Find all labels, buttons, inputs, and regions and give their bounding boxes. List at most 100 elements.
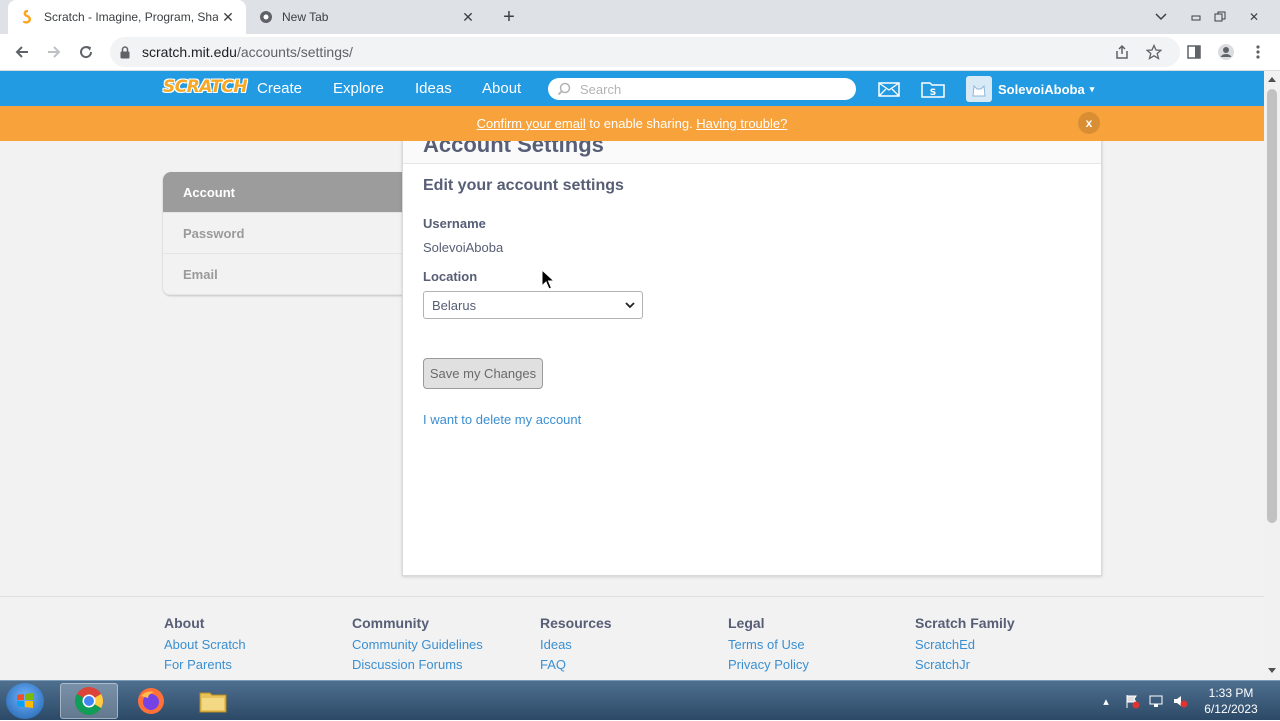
panel-header: Account Settings [403,141,1101,164]
tab-title: New Tab [282,10,329,24]
footer-link[interactable]: Community Guidelines [352,637,483,652]
url-host: scratch.mit.edu [142,44,237,60]
nav-create[interactable]: Create [257,71,302,106]
my-stuff-folder-icon[interactable]: S [920,78,946,100]
chevron-down-icon: ▾ [1089,83,1095,94]
volume-muted-icon[interactable] [1170,681,1190,721]
window-close-icon[interactable]: ✕ [1244,6,1264,28]
chrome-taskbar-icon[interactable] [60,683,118,719]
restore-icon[interactable] [1210,6,1230,28]
sidebar-item-email[interactable]: Email [163,254,403,295]
banner-text: to enable sharing. [585,116,697,131]
footer-link[interactable]: Ideas [540,637,612,652]
tab-title: Scratch - Imagine, Program, Share [44,10,218,24]
footer-link[interactable]: About Scratch [164,637,246,652]
nav-about[interactable]: About [482,71,521,106]
settings-panel: Account Settings Edit your account setti… [402,141,1102,576]
page-footer: About About Scratch For Parents Communit… [0,596,1264,680]
location-selected-value: Belarus [432,297,477,313]
clock-time: 1:33 PM [1208,686,1254,700]
scroll-up-arrow-icon[interactable] [1268,77,1276,82]
avatar [966,76,992,102]
tab-search-chevron-icon[interactable] [1150,6,1172,28]
location-select[interactable]: Belarus [423,291,643,319]
menu-dots-icon[interactable] [1246,40,1270,64]
system-clock[interactable]: 1:33 PM 6/12/2023 [1196,685,1266,717]
footer-column-about: About About Scratch For Parents [164,615,246,677]
banner-close-button[interactable]: x [1078,112,1100,134]
back-arrow-icon[interactable] [10,40,34,64]
footer-link[interactable]: Terms of Use [728,637,809,652]
confirm-email-link[interactable]: Confirm your email [477,116,586,131]
tab-new-tab[interactable]: New Tab ✕ [246,0,486,34]
scrollbar-thumb[interactable] [1267,89,1277,523]
having-trouble-link[interactable]: Having trouble? [696,116,787,131]
reload-icon[interactable] [74,40,98,64]
footer-link[interactable]: Privacy Policy [728,657,809,672]
page-body: Account Password Email Account Settings … [0,141,1264,596]
footer-link[interactable]: Discussion Forums [352,657,483,672]
close-icon[interactable]: ✕ [218,7,238,27]
save-changes-button[interactable]: Save my Changes [423,358,543,389]
lock-icon[interactable] [120,45,132,59]
windows-taskbar: ▴ 1:33 PM 6/12/2023 [0,680,1280,720]
minimize-icon[interactable] [1186,6,1206,28]
forward-arrow-icon[interactable] [42,40,66,64]
scratch-navbar: SCRATCH Create Explore Ideas About S Sol… [0,71,1264,106]
action-center-flag-icon[interactable] [1122,681,1142,721]
nav-ideas[interactable]: Ideas [415,71,452,106]
search-box[interactable] [548,78,856,100]
url-path: /accounts/settings/ [236,44,353,60]
delete-account-link[interactable]: I want to delete my account [423,412,581,427]
close-icon[interactable]: ✕ [458,7,478,27]
user-menu[interactable]: SolevoiAboba ▾ [966,74,1094,104]
tray-expand-icon[interactable]: ▴ [1098,681,1114,721]
sidebar-item-password[interactable]: Password [163,213,403,254]
svg-text:S: S [930,88,936,98]
footer-heading: Legal [728,615,765,631]
footer-heading: Resources [540,615,612,631]
section-heading: Edit your account settings [423,177,624,194]
share-icon[interactable] [1110,40,1134,64]
address-bar[interactable]: scratch.mit.edu/accounts/settings/ [110,37,1180,67]
start-button[interactable] [6,683,44,719]
footer-column-resources: Resources Ideas FAQ [540,615,612,677]
sidebar-item-account[interactable]: Account [163,172,403,213]
email-confirm-banner: Confirm your email to enable sharing. Ha… [0,106,1264,141]
scratch-logo[interactable]: SCRATCH [163,77,248,101]
browser-toolbar: scratch.mit.edu/accounts/settings/ [0,34,1280,71]
username-label: SolevoiAboba [998,81,1085,97]
mouse-cursor-icon [541,269,555,290]
profile-icon[interactable] [1214,40,1238,64]
messages-envelope-icon[interactable] [876,78,902,100]
footer-heading: About [164,615,205,631]
username-value: SolevoiAboba [423,240,504,255]
firefox-taskbar-icon[interactable] [122,683,180,719]
footer-link[interactable]: For Parents [164,657,246,672]
footer-link[interactable]: FAQ [540,657,612,672]
page-title: Account Settings [423,141,604,157]
location-field-label: Location [423,269,478,284]
tab-scratch[interactable]: Scratch - Imagine, Program, Share ✕ [8,0,246,34]
username-field-label: Username [423,216,486,231]
side-panel-icon[interactable] [1182,40,1206,64]
footer-link[interactable]: ScratchEd [915,637,1015,652]
chevron-down-icon [625,302,635,309]
clock-date: 6/12/2023 [1204,702,1258,716]
footer-link[interactable]: ScratchJr [915,657,1015,672]
footer-column-legal: Legal Terms of Use Privacy Policy [728,615,809,677]
vertical-scrollbar[interactable] [1264,71,1280,680]
bookmark-star-icon[interactable] [1142,40,1166,64]
network-icon[interactable] [1146,681,1166,721]
search-icon [556,81,572,97]
url-text: scratch.mit.edu/accounts/settings/ [142,44,353,60]
footer-column-scratch-family: Scratch Family ScratchEd ScratchJr [915,615,1015,677]
file-explorer-taskbar-icon[interactable] [184,683,242,719]
search-input[interactable] [580,81,830,97]
footer-heading: Community [352,615,429,631]
scroll-down-arrow-icon[interactable] [1268,668,1276,673]
new-tab-plus-icon[interactable]: + [498,6,520,28]
footer-column-community: Community Community Guidelines Discussio… [352,615,483,677]
footer-heading: Scratch Family [915,615,1015,631]
nav-explore[interactable]: Explore [333,71,384,106]
